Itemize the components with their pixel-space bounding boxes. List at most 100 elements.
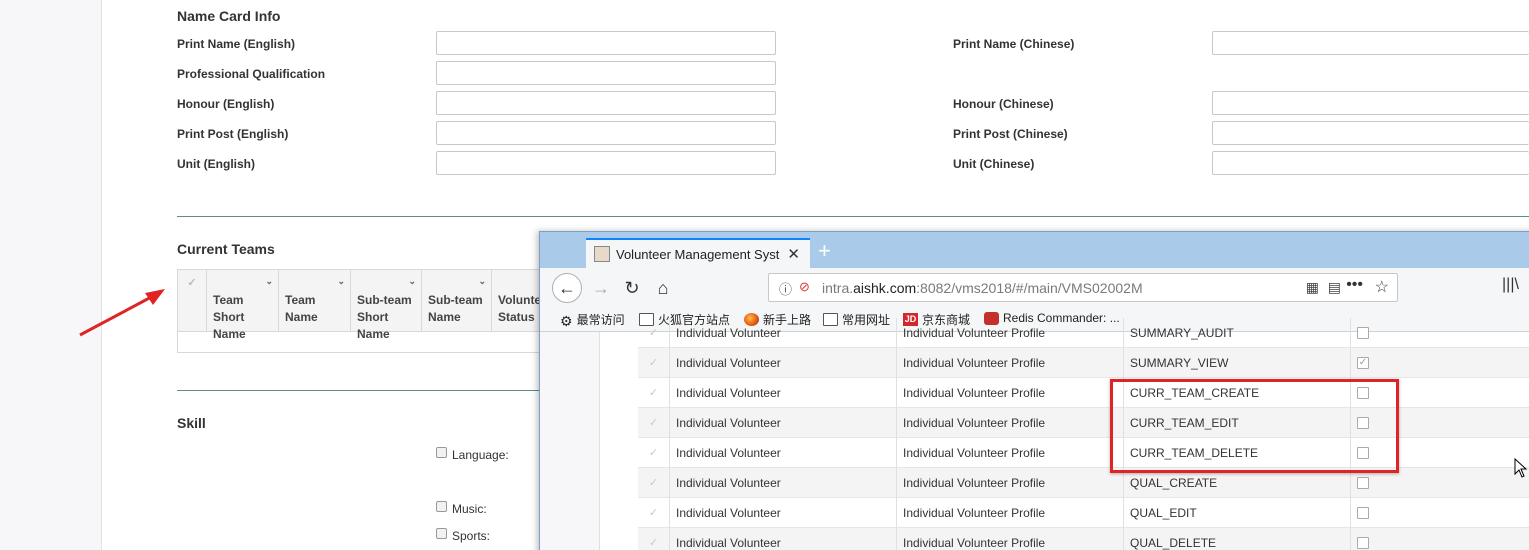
section-divider: [177, 390, 539, 391]
unit-english-input[interactable]: [436, 151, 776, 175]
honour-chinese-input[interactable]: [1212, 91, 1529, 115]
column-label: Team Name: [285, 293, 318, 324]
page-actions-more-icon[interactable]: •••: [1346, 276, 1363, 294]
browser-tab-active[interactable]: Volunteer Management Syst ✕: [586, 238, 810, 268]
site-info-icon[interactable]: ⓘ: [779, 279, 792, 298]
music-checkbox[interactable]: [436, 501, 447, 512]
bookmark-label: 最常访问: [576, 313, 625, 327]
row-select-icon[interactable]: ✓: [638, 468, 670, 498]
grant-cell: [1351, 408, 1529, 438]
insecure-lock-icon[interactable]: ⊘: [799, 279, 810, 295]
url-host-prefix: intra.: [822, 280, 854, 296]
table-row: ✓ Individual Volunteer Individual Volunt…: [638, 348, 1529, 378]
module-cell: Individual Volunteer Profile: [897, 438, 1124, 468]
row-select-icon[interactable]: ✓: [638, 498, 670, 528]
permission-cell: QUAL_DELETE: [1124, 528, 1351, 550]
home-icon[interactable]: ⌂: [649, 274, 677, 302]
bookmark-star-icon[interactable]: ☆: [1375, 277, 1389, 297]
back-arrow-icon[interactable]: ←: [552, 273, 582, 303]
name-card-title: Name Card Info: [177, 8, 281, 24]
print-post-chinese-input[interactable]: [1212, 121, 1529, 145]
gear-icon: ⚙: [560, 313, 573, 329]
print-post-chinese-label: Print Post (Chinese): [953, 127, 1068, 141]
navigation-toolbar: ← → ↻ ⌂ ⓘ ⊘ intra.aishk.com:8082/vms2018…: [540, 268, 1529, 308]
row-select-icon[interactable]: ✓: [638, 318, 670, 348]
row-select-icon[interactable]: ✓: [638, 348, 670, 378]
column-label: Sub-team Short Name: [357, 293, 412, 341]
qr-code-icon[interactable]: ▦: [1306, 279, 1319, 296]
column-team-name[interactable]: Team Name ⌄: [279, 270, 351, 332]
current-teams-grid: ✓ Team Short Name ⌄ Team Name ⌄ Sub-team…: [177, 269, 557, 353]
grant-checkbox[interactable]: [1357, 387, 1369, 399]
grant-checkbox[interactable]: [1357, 507, 1369, 519]
new-tab-icon[interactable]: +: [818, 238, 831, 264]
permissions-page: ✓ Individual Volunteer Individual Volunt…: [540, 318, 1529, 550]
print-name-chinese-input[interactable]: [1212, 31, 1529, 55]
print-post-english-input[interactable]: [436, 121, 776, 145]
column-subteam-name[interactable]: Sub-team Name ⌄: [422, 270, 492, 332]
forward-arrow-icon[interactable]: →: [587, 274, 615, 302]
row-select-icon[interactable]: ✓: [638, 438, 670, 468]
unit-chinese-input[interactable]: [1212, 151, 1529, 175]
column-label: Team Short Name: [213, 293, 246, 341]
reload-icon[interactable]: ↻: [618, 274, 646, 302]
grant-checkbox[interactable]: [1357, 417, 1369, 429]
url-text[interactable]: intra.aishk.com:8082/vms2018/#/main/VMS0…: [822, 280, 1143, 296]
module-cell: Individual Volunteer Profile: [897, 408, 1124, 438]
grant-checkbox[interactable]: [1357, 327, 1369, 339]
language-checkbox[interactable]: [436, 447, 447, 458]
permission-cell: CURR_TEAM_EDIT: [1124, 408, 1351, 438]
module-cell: Individual Volunteer Profile: [897, 468, 1124, 498]
honour-english-input[interactable]: [436, 91, 776, 115]
sports-label: Sports:: [452, 529, 491, 543]
row-select-icon[interactable]: ✓: [638, 378, 670, 408]
music-label: Music:: [452, 502, 487, 516]
page-favicon-icon: [594, 246, 610, 262]
sports-checkbox[interactable]: [436, 528, 447, 539]
column-team-short-name[interactable]: Team Short Name ⌄: [207, 270, 279, 341]
sort-icon: ⌄: [478, 276, 486, 286]
grant-checkbox[interactable]: [1357, 537, 1369, 549]
grant-cell: [1351, 498, 1529, 528]
select-all-checkbox[interactable]: ✓: [178, 270, 207, 332]
close-tab-icon[interactable]: ✕: [787, 245, 800, 263]
grant-cell: [1351, 438, 1529, 468]
column-subteam-short-name[interactable]: Sub-team Short Name ⌄: [351, 270, 422, 341]
tab-bar: Volunteer Management Syst ✕ +: [540, 232, 1529, 268]
print-name-english-input[interactable]: [436, 31, 776, 55]
permission-cell: SUMMARY_AUDIT: [1124, 318, 1351, 348]
module-cell: Individual Volunteer Profile: [897, 378, 1124, 408]
table-row: ✓ Individual Volunteer Individual Volunt…: [638, 498, 1529, 528]
role-cell: Individual Volunteer: [670, 348, 897, 378]
library-icon[interactable]: |||\: [1502, 276, 1519, 294]
role-cell: Individual Volunteer: [670, 528, 897, 550]
grant-checkbox[interactable]: [1357, 477, 1369, 489]
print-post-english-label: Print Post (English): [177, 127, 289, 141]
grant-cell: [1351, 528, 1529, 550]
reader-view-icon[interactable]: ▤: [1328, 279, 1341, 296]
sort-icon: ⌄: [408, 276, 416, 286]
page-left-gutter: [540, 332, 600, 550]
unit-english-label: Unit (English): [177, 157, 255, 171]
row-select-icon[interactable]: ✓: [638, 408, 670, 438]
grant-checkbox[interactable]: [1357, 447, 1369, 459]
table-row: ✓ Individual Volunteer Individual Volunt…: [638, 438, 1529, 468]
module-cell: Individual Volunteer Profile: [897, 348, 1124, 378]
unit-chinese-label: Unit (Chinese): [953, 157, 1035, 171]
grant-cell: [1351, 378, 1529, 408]
print-name-english-label: Print Name (English): [177, 37, 296, 51]
grant-checkbox-checked[interactable]: ✓: [1357, 357, 1369, 369]
module-cell: Individual Volunteer Profile: [897, 528, 1124, 550]
language-label: Language:: [452, 448, 509, 462]
professional-qualification-input[interactable]: [436, 61, 776, 85]
role-cell: Individual Volunteer: [670, 498, 897, 528]
module-cell: Individual Volunteer Profile: [897, 318, 1124, 348]
role-cell: Individual Volunteer: [670, 318, 897, 348]
sort-icon: ⌄: [265, 276, 273, 286]
row-select-icon[interactable]: ✓: [638, 528, 670, 550]
url-bar[interactable]: ⓘ ⊘ intra.aishk.com:8082/vms2018/#/main/…: [768, 273, 1398, 302]
bookmark-most-visited[interactable]: ⚙ 最常访问: [560, 311, 625, 329]
role-cell: Individual Volunteer: [670, 378, 897, 408]
table-row: ✓ Individual Volunteer Individual Volunt…: [638, 378, 1529, 408]
permission-cell: QUAL_CREATE: [1124, 468, 1351, 498]
